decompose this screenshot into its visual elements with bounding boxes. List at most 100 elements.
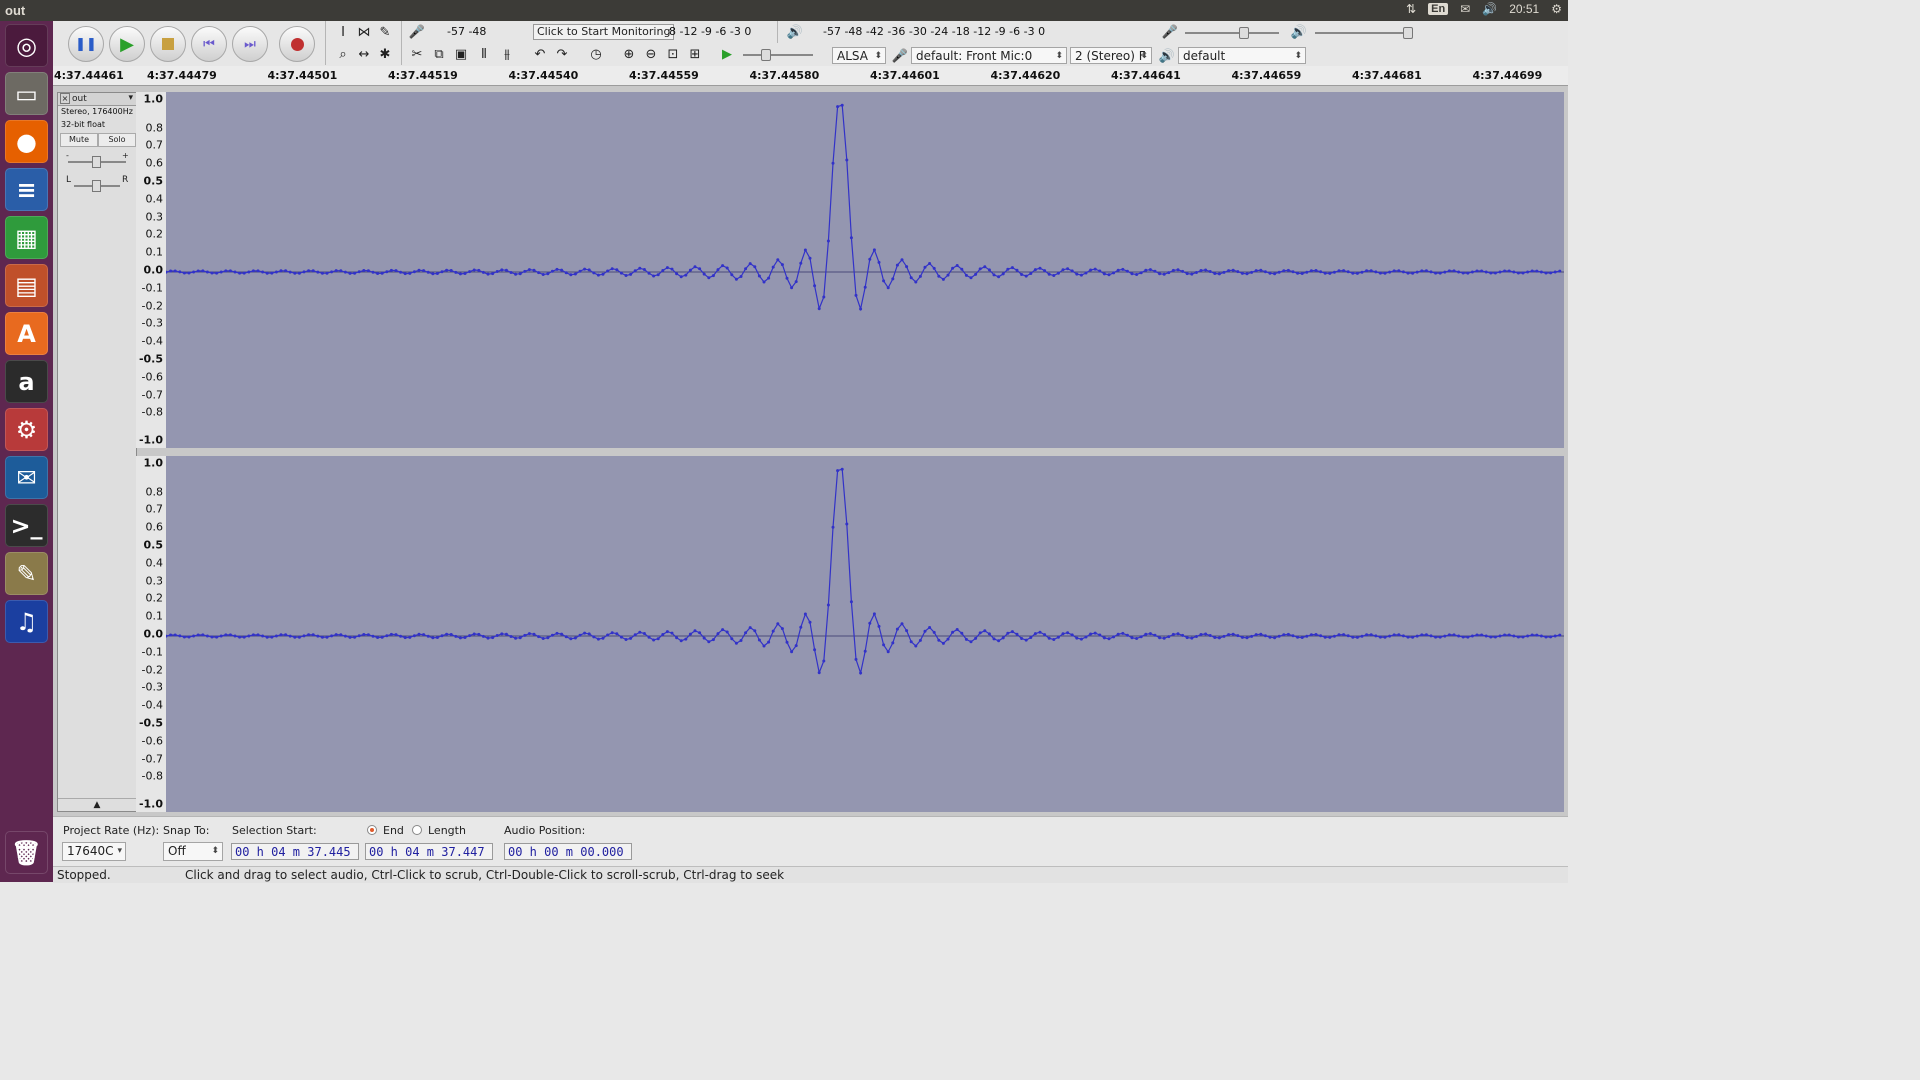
multi-tool-icon[interactable]: ✱: [375, 44, 395, 64]
undo-icon[interactable]: ↶: [530, 44, 550, 64]
slider-thumb[interactable]: [92, 156, 101, 168]
slider-thumb[interactable]: [761, 49, 771, 61]
sample-point: [550, 633, 554, 637]
input-device-select[interactable]: default: Front Mic:0 ⬍: [911, 47, 1067, 64]
collapse-track-button[interactable]: ▲: [58, 798, 136, 811]
skip-end-button[interactable]: ⏭: [232, 26, 268, 62]
ruler-label: 4:37.44479: [147, 69, 217, 82]
paste-icon[interactable]: ▣: [451, 44, 471, 64]
gimp-icon[interactable]: ✎: [5, 552, 48, 595]
zoom-tool-icon[interactable]: ⌕: [333, 44, 353, 64]
silence-audio-icon[interactable]: ⫵: [497, 44, 517, 64]
sample-point: [978, 267, 982, 271]
amazon-icon[interactable]: a: [5, 360, 48, 403]
thunderbird-icon[interactable]: ✉: [5, 456, 48, 499]
sample-point: [886, 650, 890, 654]
sample-point: [1480, 269, 1484, 273]
output-device-select[interactable]: default ⬍: [1178, 47, 1306, 64]
sample-point: [872, 248, 876, 252]
record-button[interactable]: [279, 26, 315, 62]
pause-button[interactable]: ❚❚: [68, 26, 104, 62]
track-panel[interactable]: × out ▾ Stereo, 176400Hz 32-bit float Mu…: [53, 86, 1568, 816]
solo-button[interactable]: Solo: [98, 133, 136, 147]
draw-tool-icon[interactable]: ✎: [375, 22, 395, 42]
play-at-speed-icon[interactable]: ▶: [717, 44, 737, 64]
zoom-out-icon[interactable]: ⊖: [641, 44, 661, 64]
input-volume-slider[interactable]: [1185, 27, 1279, 39]
envelope-tool-icon[interactable]: ⋈: [354, 22, 374, 42]
selection-end-field[interactable]: 00 h 04 m 37.447 s: [365, 843, 493, 876]
stop-button[interactable]: [150, 26, 186, 62]
input-channels-select[interactable]: 2 (Stereo) F ⬍: [1070, 47, 1152, 64]
play-speed-slider[interactable]: [743, 49, 813, 61]
project-rate-select[interactable]: 17640C ▾: [62, 842, 126, 861]
waveform-line: [166, 104, 1560, 312]
impress-icon[interactable]: ▤: [5, 264, 48, 307]
record-meter-icon[interactable]: 🎤: [407, 22, 427, 42]
sample-point: [615, 632, 619, 636]
sample-point: [1388, 634, 1392, 638]
snap-to-select[interactable]: Off ⬍: [163, 842, 223, 861]
sync-lock-icon[interactable]: ◷: [586, 44, 606, 64]
dash-icon[interactable]: ◎: [5, 24, 48, 67]
mail-icon[interactable]: ✉: [1460, 2, 1470, 16]
audio-position-field[interactable]: 00 h 00 m 00.000 s: [504, 843, 632, 876]
writer-icon[interactable]: ≡: [5, 168, 48, 211]
session-gear-icon[interactable]: ⚙: [1551, 2, 1562, 16]
sample-point: [822, 659, 826, 663]
fit-selection-icon[interactable]: ⊡: [663, 44, 683, 64]
close-track-icon[interactable]: ×: [60, 93, 70, 104]
waveform-right-channel[interactable]: [166, 456, 1564, 812]
output-volume-slider[interactable]: [1315, 27, 1413, 39]
firefox-icon[interactable]: ●: [5, 120, 48, 163]
terminal-icon[interactable]: >_: [5, 504, 48, 547]
sample-point: [192, 270, 196, 274]
track-name-bar[interactable]: × out ▾: [58, 93, 136, 106]
pan-slider[interactable]: [74, 180, 120, 192]
trash-icon[interactable]: 🗑: [5, 831, 48, 874]
zoom-in-icon[interactable]: ⊕: [619, 44, 639, 64]
sample-point: [1273, 636, 1277, 640]
copy-icon[interactable]: ⧉: [429, 44, 449, 64]
keyboard-layout[interactable]: En: [1428, 3, 1449, 15]
sample-point: [1503, 633, 1507, 637]
selection-tool-icon[interactable]: I: [333, 22, 353, 42]
sample-point: [1052, 638, 1056, 641]
sample-point: [702, 636, 706, 640]
fit-project-icon[interactable]: ⊞: [685, 44, 705, 64]
network-icon[interactable]: ⇅: [1406, 2, 1416, 16]
redo-icon[interactable]: ↷: [552, 44, 572, 64]
mute-button[interactable]: Mute: [60, 133, 98, 147]
audacity-icon[interactable]: ♫: [5, 600, 48, 643]
trim-icon[interactable]: ✂: [407, 44, 427, 64]
sample-point: [817, 307, 821, 311]
slider-thumb[interactable]: [92, 180, 101, 192]
skip-start-button[interactable]: ⏮: [191, 26, 227, 62]
trim-audio-icon[interactable]: ⫴: [474, 44, 494, 64]
play-button[interactable]: ▶: [109, 26, 145, 62]
sample-point: [711, 274, 715, 278]
volume-icon[interactable]: 🔊: [1482, 2, 1497, 16]
end-radio[interactable]: [367, 825, 377, 835]
waveform-left-channel[interactable]: [166, 92, 1564, 448]
sample-point: [1144, 268, 1148, 272]
length-radio[interactable]: [412, 825, 422, 835]
sample-point: [205, 270, 209, 274]
selection-start-field[interactable]: 00 h 04 m 37.445 s: [231, 843, 359, 876]
start-monitoring-button[interactable]: Click to Start Monitoring: [533, 24, 675, 40]
track-menu-icon[interactable]: ▾: [128, 93, 133, 103]
sample-point: [527, 632, 531, 636]
clock[interactable]: 20:51: [1509, 2, 1539, 16]
software-center-icon[interactable]: A: [5, 312, 48, 355]
files-icon[interactable]: ▭: [5, 72, 48, 115]
audio-host-select[interactable]: ALSA ⬍: [832, 47, 886, 64]
slider-thumb[interactable]: [1239, 27, 1249, 39]
gain-slider[interactable]: [68, 156, 126, 168]
calc-icon[interactable]: ▦: [5, 216, 48, 259]
slider-thumb[interactable]: [1403, 27, 1413, 39]
timeline-ruler[interactable]: 4:37.44461 4:37.44479 4:37.44501 4:37.4451…: [53, 66, 1568, 86]
system-settings-icon[interactable]: ⚙: [5, 408, 48, 451]
timeshift-tool-icon[interactable]: ↔: [354, 44, 374, 64]
sample-point: [757, 274, 761, 278]
playback-meter-icon[interactable]: 🔊: [785, 22, 805, 42]
